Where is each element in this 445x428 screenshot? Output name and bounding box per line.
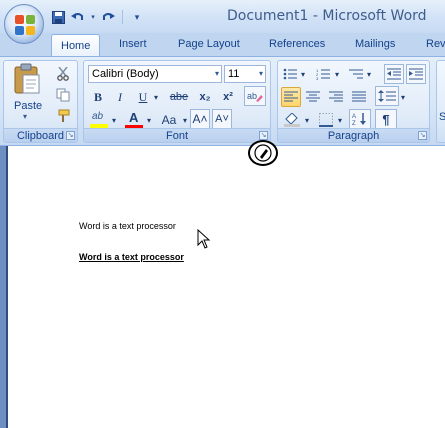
paste-dropdown-icon: ▾ [23, 112, 28, 121]
shading-icon[interactable] [281, 110, 303, 130]
clear-formatting-icon[interactable]: ab [244, 86, 266, 106]
paste-icon [14, 63, 40, 94]
bullets-icon[interactable] [281, 64, 299, 84]
paragraph-launcher-icon[interactable]: ↘ [418, 131, 427, 140]
grow-font-button[interactable]: A˄ [190, 109, 210, 129]
customize-icon[interactable]: ▾ [129, 9, 145, 25]
format-painter-cursor-icon [248, 140, 278, 166]
font-launcher-icon[interactable]: ↘ [259, 131, 268, 140]
tab-mailings[interactable]: Mailings [355, 33, 395, 56]
redo-icon[interactable] [100, 9, 116, 25]
styles-group: S [436, 60, 445, 143]
svg-text:ab: ab [247, 91, 257, 101]
change-case-button[interactable]: Aa [157, 110, 181, 130]
document-canvas[interactable] [0, 146, 445, 428]
copy-icon[interactable] [54, 85, 72, 105]
ribbon: Paste ▾ Clipboard ↘ Calibri (Body) ▾ 11 … [0, 56, 445, 146]
highlight-label: ab [92, 111, 104, 122]
svg-text:3: 3 [316, 76, 319, 80]
superscript-button[interactable]: x² [218, 87, 238, 107]
align-left-icon [284, 91, 298, 102]
font-size-combo[interactable]: 11 ▾ [224, 65, 266, 83]
font-size-dropdown-icon: ▾ [258, 69, 263, 78]
document-line-2: Word is a text processor [79, 252, 184, 262]
shrink-font-button[interactable]: A˅ [212, 109, 232, 129]
qat-separator [122, 10, 123, 24]
font-group: Calibri (Body) ▾ 11 ▾ B I U ▾ abe x₂ x² … [83, 60, 271, 143]
italic-button[interactable]: I [111, 87, 129, 107]
title-bar: ▾ ▾ Document1 - Microsoft Word [0, 0, 445, 33]
styles-label-fragment: S [439, 111, 445, 123]
ribbon-tabs: Home Insert Page Layout References Maili… [0, 33, 445, 57]
shading-dropdown-icon[interactable]: ▾ [303, 110, 311, 130]
change-case-dropdown-icon[interactable]: ▾ [181, 110, 189, 130]
font-color-dropdown-icon[interactable]: ▾ [145, 110, 153, 130]
align-center-icon[interactable] [303, 87, 323, 107]
highlight-button[interactable]: ab [89, 110, 109, 130]
office-button[interactable] [4, 4, 44, 44]
multilevel-list-dropdown-icon[interactable]: ▾ [365, 64, 373, 84]
window-title: Document1 - Microsoft Word [227, 8, 427, 24]
borders-dropdown-icon[interactable]: ▾ [336, 110, 344, 130]
font-color-label: A [129, 110, 139, 125]
document-left-edge [0, 146, 8, 428]
tab-insert[interactable]: Insert [119, 33, 147, 56]
bullets-dropdown-icon[interactable]: ▾ [299, 64, 307, 84]
svg-text:Z: Z [352, 121, 356, 126]
format-painter-icon[interactable] [54, 106, 72, 126]
tab-page-layout[interactable]: Page Layout [178, 33, 240, 56]
paragraph-group-label: Paragraph [278, 128, 429, 142]
font-name-combo[interactable]: Calibri (Body) ▾ [88, 65, 222, 83]
tab-review[interactable]: Rev [426, 33, 445, 56]
numbering-dropdown-icon[interactable]: ▾ [333, 64, 341, 84]
line-spacing-icon[interactable] [375, 86, 399, 106]
subscript-button[interactable]: x₂ [195, 87, 215, 107]
numbering-icon[interactable]: 123 [314, 64, 332, 84]
sort-icon[interactable]: AZ [349, 109, 371, 129]
justify-icon[interactable] [349, 87, 369, 107]
svg-text:A: A [352, 114, 356, 120]
quick-access-toolbar: ▾ ▾ [50, 7, 145, 27]
font-name-value: Calibri (Body) [92, 68, 159, 80]
line-spacing-dropdown-icon[interactable]: ▾ [399, 87, 407, 107]
paragraph-group: ▾ 123 ▾ ▾ ▾ ▾ ▾ A Z ¶ Paragraph ↘ [277, 60, 430, 143]
strikethrough-button[interactable]: abe [167, 87, 191, 107]
save-icon[interactable] [50, 9, 66, 25]
highlight-dropdown-icon[interactable]: ▾ [110, 110, 118, 130]
underline-dropdown-icon[interactable]: ▾ [152, 87, 160, 107]
decrease-indent-icon[interactable] [384, 64, 404, 84]
font-group-label: Font [84, 128, 270, 142]
office-logo-icon [15, 15, 35, 35]
multilevel-list-icon[interactable] [347, 64, 365, 84]
undo-icon[interactable] [70, 9, 86, 25]
increase-indent-icon[interactable] [406, 64, 426, 84]
cut-icon[interactable] [54, 64, 72, 84]
bold-button[interactable]: B [89, 87, 107, 107]
clipboard-group: Paste ▾ Clipboard ↘ [3, 60, 78, 143]
font-size-value: 11 [228, 68, 240, 80]
document-line-1: Word is a text processor [79, 221, 176, 231]
undo-dropdown-icon[interactable]: ▾ [90, 9, 96, 25]
paste-button[interactable]: Paste ▾ [10, 63, 44, 123]
align-left-button[interactable] [281, 87, 301, 107]
font-name-dropdown-icon: ▾ [214, 69, 219, 78]
tab-home[interactable]: Home [51, 34, 101, 57]
align-right-icon[interactable] [326, 87, 346, 107]
paste-label: Paste [14, 100, 43, 112]
underline-button[interactable]: U [134, 87, 152, 107]
show-formatting-marks-button[interactable]: ¶ [375, 109, 397, 129]
font-color-button[interactable]: A [124, 110, 144, 130]
mouse-pointer-icon [197, 229, 211, 249]
borders-icon[interactable] [316, 110, 336, 130]
tab-references[interactable]: References [269, 33, 325, 56]
clipboard-launcher-icon[interactable]: ↘ [66, 131, 75, 140]
